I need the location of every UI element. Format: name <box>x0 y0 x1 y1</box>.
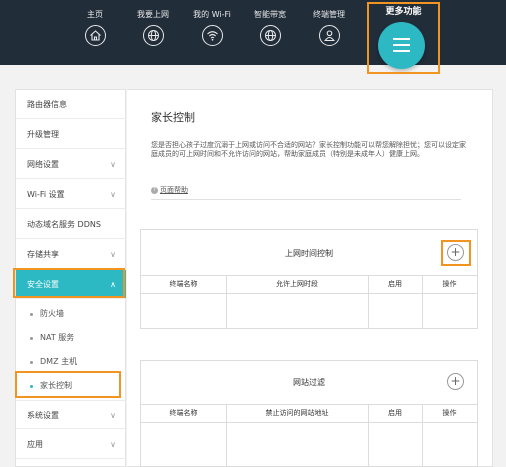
page-title: 家长控制 <box>151 111 195 124</box>
sidebar-item-label: 系统设置 <box>27 411 59 420</box>
sidebar-item-ddns[interactable]: 动态域名服务 DDNS <box>16 210 126 239</box>
nav-item-internet[interactable]: 我要上网 <box>123 9 183 46</box>
column-header: 终端名称 <box>169 280 198 288</box>
column-divider <box>368 404 369 467</box>
plus-icon: + <box>450 374 461 388</box>
chevron-down-icon: ∨ <box>110 190 116 199</box>
sidebar-item-wifi[interactable]: Wi-Fi 设置 ∨ <box>16 180 126 209</box>
sidebar-item-label: 网络设置 <box>27 160 59 169</box>
nav-item-label: 我要上网 <box>137 10 169 19</box>
help-icon: ? <box>151 186 158 194</box>
column-divider <box>226 404 227 467</box>
sidebar-item-label: 升级管理 <box>27 130 59 139</box>
sidebar-item-apps[interactable]: 应用 ∨ <box>16 430 126 459</box>
help-label: 页面帮助 <box>160 186 188 194</box>
bullet-icon <box>30 361 33 364</box>
nav-item-label: 主页 <box>87 10 103 19</box>
nav-item-label: 智能带宽 <box>254 10 286 19</box>
column-header: 允许上网时段 <box>276 280 318 288</box>
nav-item-label: 终端管理 <box>313 10 345 19</box>
sidebar-item-label: 动态域名服务 DDNS <box>27 220 101 229</box>
table-header: 终端名称 允许上网时段 启用 操作 <box>141 275 477 294</box>
add-site-rule-button[interactable]: + <box>447 373 464 390</box>
column-divider <box>226 275 227 329</box>
bullet-icon <box>30 337 33 340</box>
column-header: 启用 <box>388 409 402 417</box>
sidebar-item-label: 应用 <box>27 440 43 449</box>
column-header: 操作 <box>442 409 457 417</box>
wifi-icon <box>201 25 223 46</box>
chevron-down-icon: ∨ <box>110 250 116 259</box>
column-divider <box>368 275 369 329</box>
add-button-highlight <box>441 240 471 266</box>
sidebar-item-label: Wi-Fi 设置 <box>27 190 65 199</box>
home-icon <box>84 25 106 46</box>
user-icon <box>318 25 340 46</box>
column-header: 终端名称 <box>169 409 198 417</box>
sidebar-item-label: 路由器信息 <box>27 100 67 109</box>
sidebar-subitem-label: DMZ 主机 <box>40 357 78 366</box>
sidebar-item-system[interactable]: 系统设置 ∨ <box>16 400 126 429</box>
sidebar-subitem-firewall[interactable]: 防火墙 <box>16 302 126 326</box>
nav-item-wifi[interactable]: 我的 Wi-Fi <box>182 9 242 46</box>
nav-item-bandwidth[interactable]: 智能带宽 <box>240 9 300 46</box>
sidebar-item-storage[interactable]: 存储共享 ∨ <box>16 240 126 269</box>
bullet-icon <box>30 313 33 316</box>
globe-icon <box>142 25 164 46</box>
sidebar-item-network[interactable]: 网络设置 ∨ <box>16 150 126 179</box>
column-divider <box>422 275 423 329</box>
chevron-down-icon: ∨ <box>110 160 116 169</box>
panel-title: 网站过滤 <box>293 378 325 387</box>
column-header: 启用 <box>388 280 402 288</box>
column-header: 禁止访问的网站地址 <box>265 409 329 417</box>
sidebar-item-label: 存储共享 <box>27 250 59 259</box>
site-filter-panel: 网站过滤 + 终端名称 禁止访问的网站地址 启用 操作 <box>140 360 478 467</box>
chevron-down-icon: ∨ <box>110 411 116 420</box>
chevron-down-icon: ∨ <box>110 440 116 449</box>
sidebar-item-upgrade[interactable]: 升级管理 <box>16 120 126 149</box>
parental-control-highlight <box>15 371 121 398</box>
time-control-panel: 上网时间控制 + 终端名称 允许上网时段 启用 操作 <box>140 229 478 329</box>
nav-item-label: 我的 Wi-Fi <box>193 10 231 19</box>
page-description: 您是否担心孩子过度沉溺于上网或访问不合适的网站？家长控制功能可以帮您解除担忧；您… <box>151 141 466 158</box>
sidebar-subitem-label: NAT 服务 <box>40 333 75 342</box>
sidebar-item-router-info[interactable]: 路由器信息 <box>16 90 126 119</box>
globe-icon <box>259 25 281 46</box>
column-divider <box>422 404 423 467</box>
nav-item-devices[interactable]: 终端管理 <box>299 9 359 46</box>
security-highlight <box>13 268 125 298</box>
divider <box>151 199 461 200</box>
nav-item-home[interactable]: 主页 <box>65 9 125 46</box>
column-header: 操作 <box>442 280 457 288</box>
table-header: 终端名称 禁止访问的网站地址 启用 操作 <box>141 404 477 423</box>
more-features-highlight <box>367 2 440 74</box>
sidebar-subitem-label: 防火墙 <box>40 309 64 318</box>
panel-title: 上网时间控制 <box>285 249 333 258</box>
sidebar-subitem-nat[interactable]: NAT 服务 <box>16 326 126 350</box>
page-help-link[interactable]: ? 页面帮助 <box>151 185 188 195</box>
